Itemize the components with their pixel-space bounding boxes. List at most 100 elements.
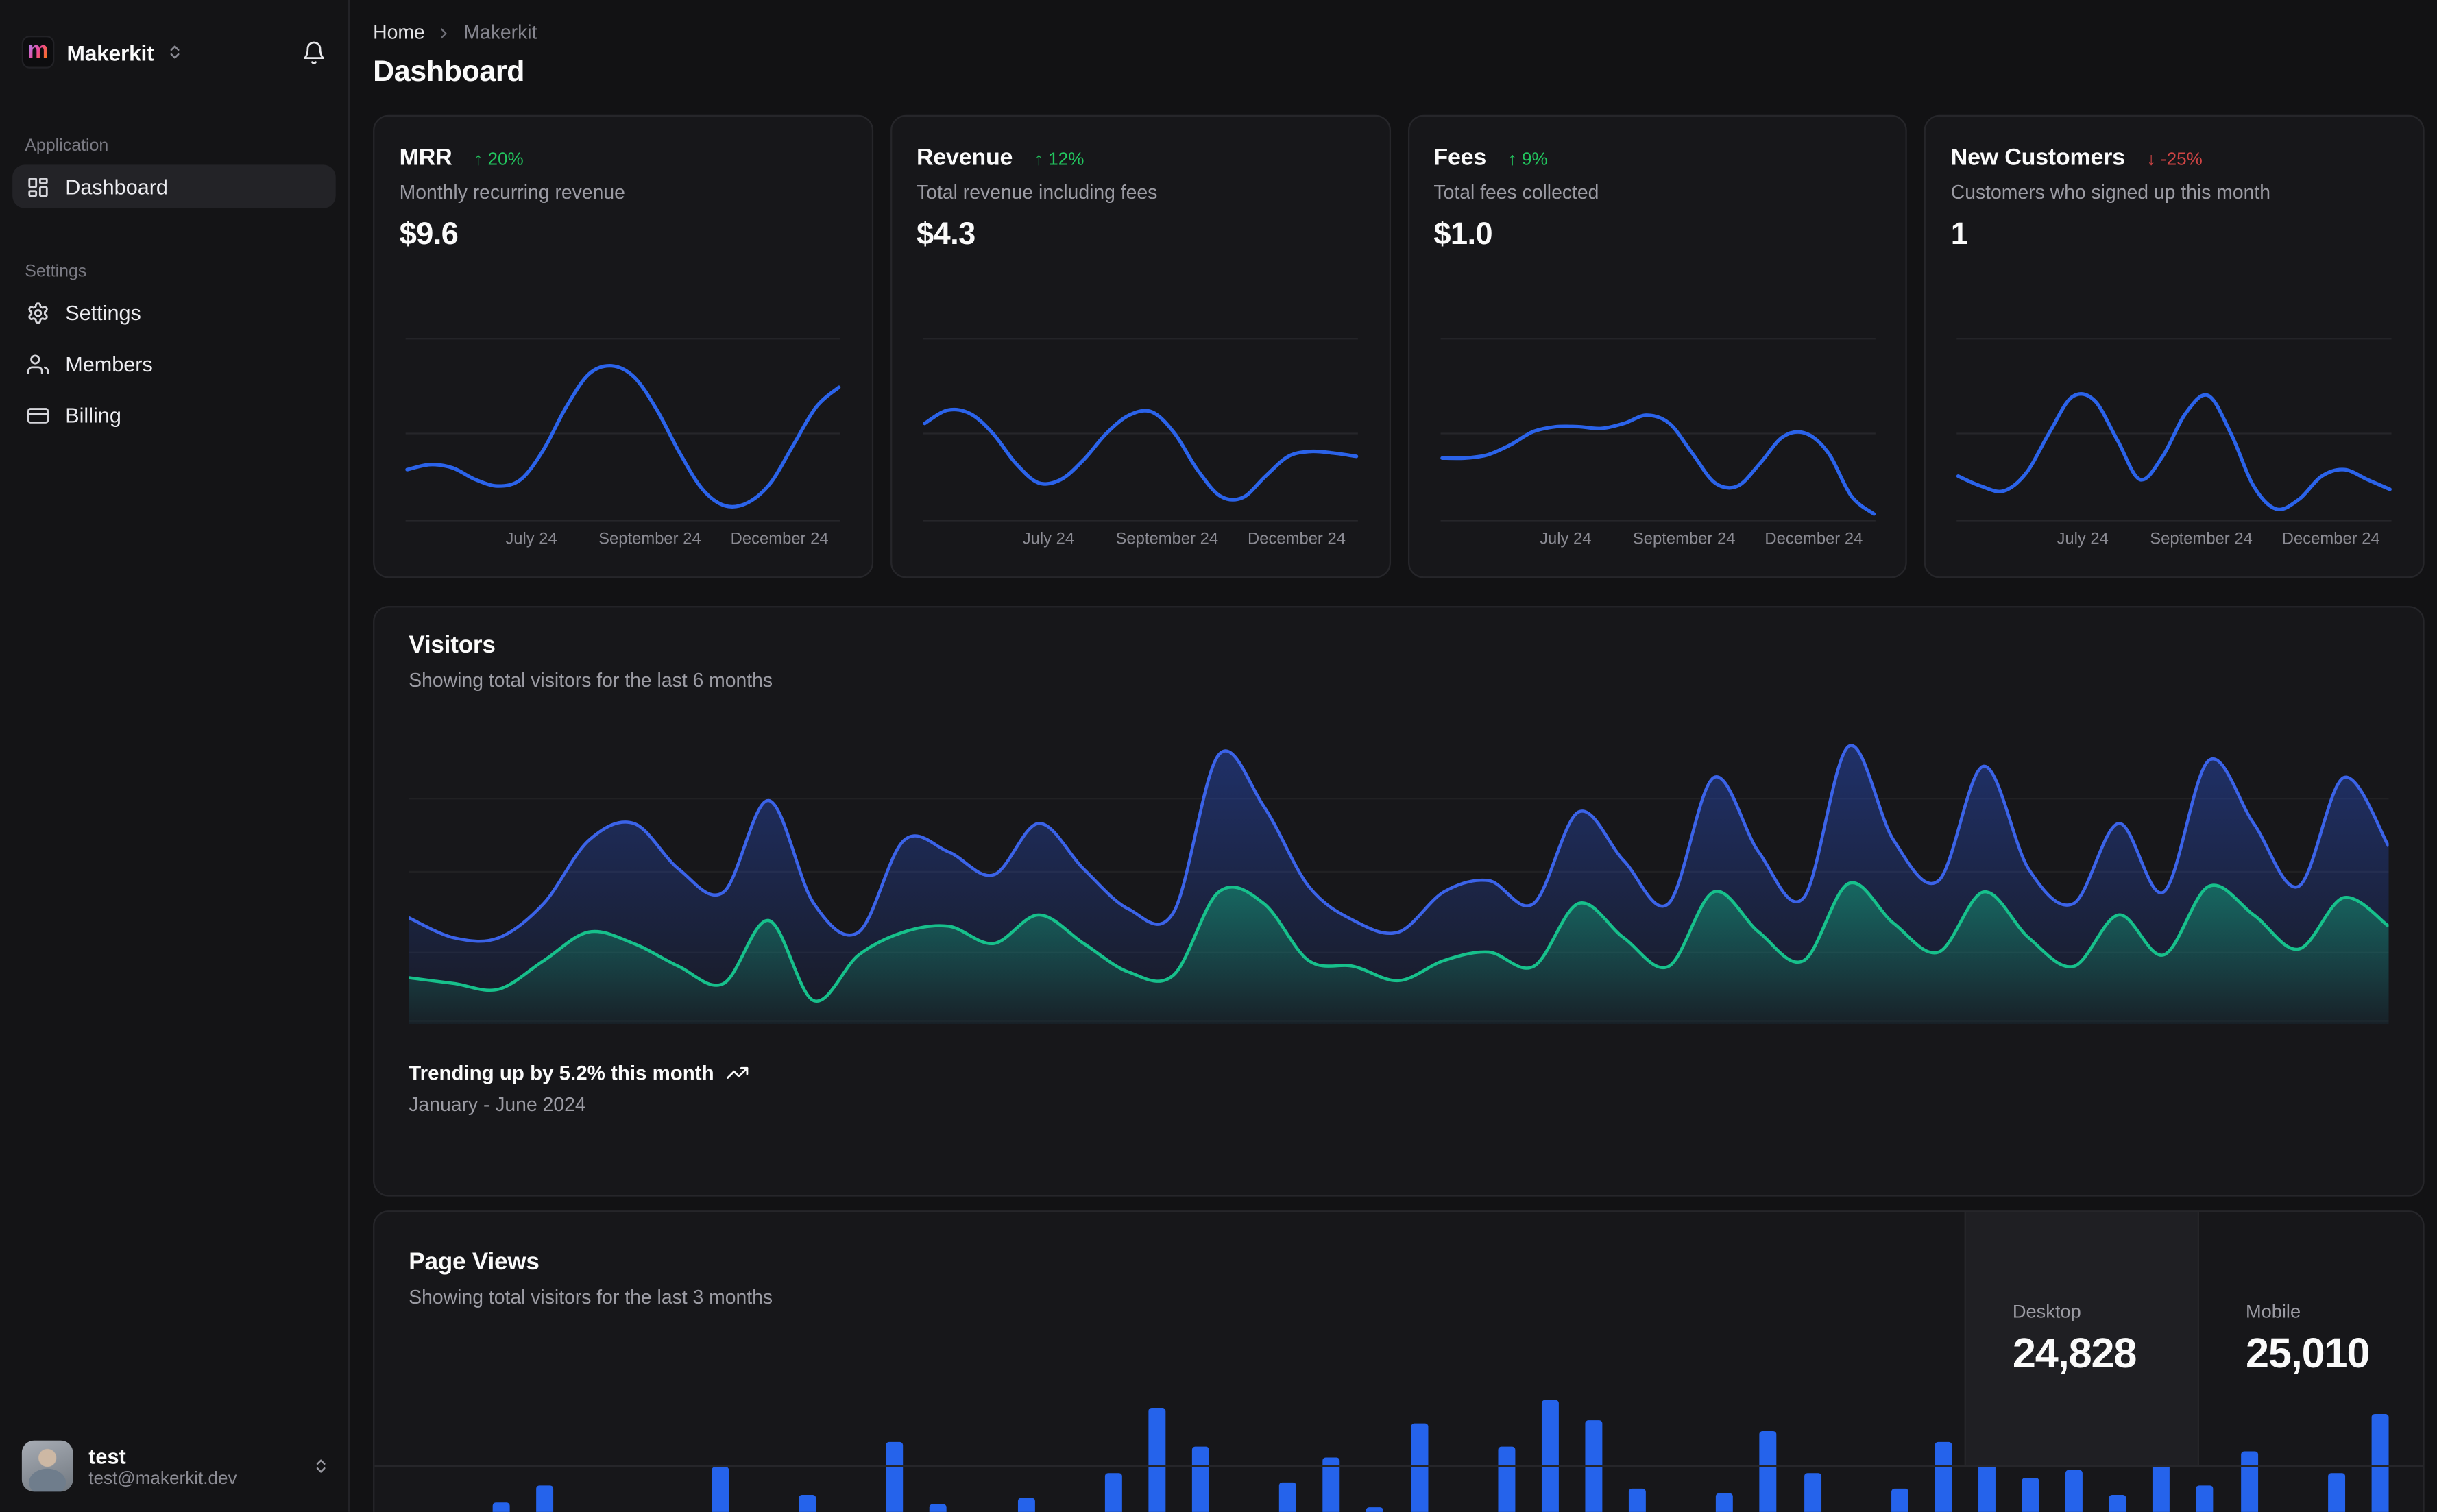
stat-subtitle: Total revenue including fees bbox=[917, 182, 1158, 204]
breadcrumb: Home Makerkit bbox=[373, 22, 2425, 44]
x-axis-label: July 24 bbox=[2057, 530, 2109, 549]
bar bbox=[1366, 1507, 1384, 1512]
page-views-card: Page Views Showing total visitors for th… bbox=[373, 1210, 2425, 1512]
user-menu[interactable]: test test@makerkit.dev bbox=[0, 1425, 348, 1512]
bar bbox=[536, 1485, 554, 1512]
page-views-bar-chart bbox=[406, 1400, 2389, 1512]
trending-up-icon bbox=[727, 1061, 750, 1084]
spark-line-chart: July 24 September 24 December 24 bbox=[1951, 336, 2398, 552]
spark-line-chart: July 24 September 24 December 24 bbox=[1433, 336, 1880, 552]
bar bbox=[1629, 1488, 1647, 1512]
tab-mobile-value: 25,010 bbox=[2245, 1329, 2371, 1376]
team-switcher[interactable]: m Makerkit bbox=[0, 0, 348, 81]
stat-subtitle: Monthly recurring revenue bbox=[399, 182, 625, 204]
page-views-title: Page Views bbox=[409, 1249, 539, 1276]
tab-mobile[interactable]: Mobile 25,010 bbox=[2197, 1212, 2423, 1465]
bar bbox=[2022, 1478, 2039, 1512]
stat-value: $4.3 bbox=[917, 217, 975, 252]
stat-value: $9.6 bbox=[399, 217, 459, 252]
bar bbox=[2153, 1462, 2170, 1512]
avatar bbox=[21, 1440, 73, 1492]
layout-dashboard-icon bbox=[27, 175, 50, 198]
x-axis-label: September 24 bbox=[1115, 530, 1219, 549]
sidebar-section-settings: Settings bbox=[25, 263, 87, 282]
chevron-right-icon bbox=[436, 24, 453, 41]
trend-down-badge: ↓ -25% bbox=[2146, 150, 2203, 170]
visitors-area-chart bbox=[409, 720, 2389, 1025]
gear-icon bbox=[27, 301, 50, 324]
bar bbox=[2065, 1470, 2083, 1512]
users-icon bbox=[27, 352, 50, 375]
sidebar-section-application: Application bbox=[25, 136, 109, 156]
stat-card-fees: Fees ↑ 9% Total fees collected $1.0 July 24 S… bbox=[1407, 114, 1908, 578]
bar bbox=[711, 1467, 729, 1512]
stat-title: Fees bbox=[1433, 144, 1487, 171]
visitors-title: Visitors bbox=[409, 632, 496, 659]
spark-x-axis: July 24 September 24 December 24 bbox=[1951, 530, 2398, 552]
spark-line-chart: July 24 September 24 December 24 bbox=[400, 336, 847, 552]
tab-desktop[interactable]: Desktop 24,828 bbox=[1964, 1212, 2198, 1465]
x-axis-label: December 24 bbox=[2281, 530, 2380, 549]
tab-desktop-label: Desktop bbox=[2012, 1300, 2081, 1322]
sidebar-item-label: Dashboard bbox=[65, 175, 168, 199]
visitors-subtitle: Showing total visitors for the last 6 mo… bbox=[409, 670, 773, 692]
bar bbox=[2109, 1494, 2126, 1512]
visitors-date-range: January - June 2024 bbox=[409, 1094, 586, 1116]
stat-card-revenue: Revenue ↑ 12% Total revenue including fees… bbox=[890, 114, 1390, 578]
stat-card-new-customers: New Customers ↓ -25% Customers who signed … bbox=[1924, 114, 2425, 578]
page-views-header: Page Views Showing total visitors for th… bbox=[374, 1212, 2423, 1467]
stat-value: 1 bbox=[1950, 217, 1968, 252]
logo-letter: m bbox=[27, 37, 49, 64]
sidebar-item-dashboard[interactable]: Dashboard bbox=[12, 164, 336, 208]
credit-card-icon bbox=[27, 403, 50, 426]
sidebar-item-label: Billing bbox=[65, 403, 121, 427]
team-name: Makerkit bbox=[66, 39, 154, 65]
trend-up-badge: ↑ 12% bbox=[1034, 150, 1084, 170]
breadcrumb-home[interactable]: Home bbox=[373, 22, 425, 44]
bar bbox=[2196, 1485, 2214, 1512]
stat-subtitle: Customers who signed up this month bbox=[1950, 182, 2271, 204]
visitors-trend-text: Trending up by 5.2% this month bbox=[409, 1061, 714, 1085]
bar bbox=[1891, 1488, 1908, 1512]
sidebar-item-label: Members bbox=[65, 352, 153, 376]
page-views-tabs: Desktop 24,828 Mobile 25,010 bbox=[1964, 1212, 2423, 1465]
sidebar: m Makerkit Application Dashboard Setting… bbox=[0, 0, 350, 1512]
page-views-subtitle: Showing total visitors for the last 3 mo… bbox=[409, 1287, 773, 1308]
x-axis-label: September 24 bbox=[1632, 530, 1736, 549]
stat-subtitle: Total fees collected bbox=[1433, 182, 1599, 204]
bell-icon[interactable] bbox=[302, 40, 326, 64]
user-email: test@makerkit.dev bbox=[88, 1469, 237, 1488]
chevrons-up-down-icon bbox=[313, 1458, 330, 1475]
main-content: Home Makerkit Dashboard MRR ↑ 20% Monthly … bbox=[350, 0, 2437, 1512]
spark-x-axis: July 24 September 24 December 24 bbox=[400, 530, 847, 552]
stat-cards-row: MRR ↑ 20% Monthly recurring revenue $9.6 Jul… bbox=[373, 114, 2425, 578]
trend-up-badge: ↑ 9% bbox=[1507, 150, 1548, 170]
x-axis-label: July 24 bbox=[1022, 530, 1075, 549]
stat-card-mrr: MRR ↑ 20% Monthly recurring revenue $9.6 Jul… bbox=[373, 114, 873, 578]
x-axis-label: September 24 bbox=[598, 530, 701, 549]
page-title: Dashboard bbox=[373, 56, 525, 89]
bar bbox=[2327, 1473, 2345, 1512]
bar bbox=[1017, 1498, 1034, 1512]
visitors-footer: Trending up by 5.2% this month January -… bbox=[409, 1061, 2388, 1116]
x-axis-label: December 24 bbox=[1765, 530, 1863, 549]
x-axis-label: December 24 bbox=[1248, 530, 1346, 549]
tab-desktop-value: 24,828 bbox=[2012, 1329, 2137, 1376]
sidebar-item-settings[interactable]: Settings bbox=[12, 291, 336, 334]
sidebar-item-billing[interactable]: Billing bbox=[12, 393, 336, 437]
x-axis-label: September 24 bbox=[2150, 530, 2253, 549]
stat-title: New Customers bbox=[1950, 144, 2125, 171]
spark-line-chart: July 24 September 24 December 24 bbox=[917, 336, 1363, 552]
spark-x-axis: July 24 September 24 December 24 bbox=[917, 530, 1363, 552]
x-axis-label: July 24 bbox=[1540, 530, 1592, 549]
app-window: m Makerkit Application Dashboard Setting… bbox=[0, 0, 2437, 1512]
x-axis-label: July 24 bbox=[505, 530, 557, 549]
sidebar-item-members[interactable]: Members bbox=[12, 342, 336, 385]
x-axis-label: December 24 bbox=[730, 530, 829, 549]
bar bbox=[1803, 1473, 1821, 1512]
visitors-card: Visitors Showing total visitors for the … bbox=[373, 606, 2425, 1197]
makerkit-logo: m bbox=[21, 36, 55, 69]
bar bbox=[930, 1504, 947, 1512]
user-name: test bbox=[88, 1444, 126, 1468]
bar bbox=[1279, 1482, 1297, 1512]
